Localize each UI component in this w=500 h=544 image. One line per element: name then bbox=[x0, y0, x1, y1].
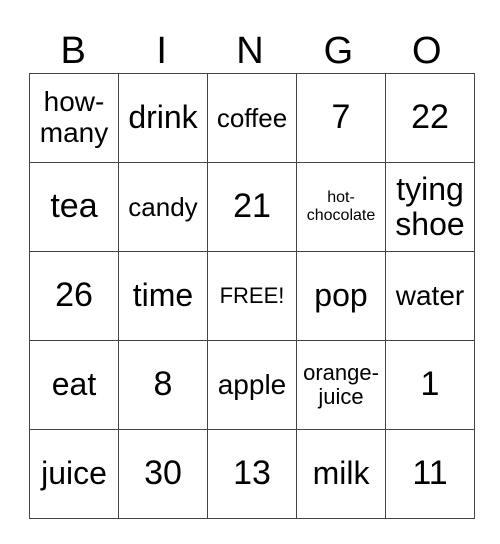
bingo-cell[interactable]: eat bbox=[29, 340, 119, 430]
grid-row: 26 time FREE! pop water bbox=[29, 251, 475, 341]
bingo-cell[interactable]: drink bbox=[118, 73, 208, 163]
bingo-cell[interactable]: pop bbox=[296, 251, 386, 341]
bingo-cell[interactable]: 21 bbox=[207, 162, 297, 252]
cell-text: juice bbox=[41, 455, 107, 492]
bingo-grid: how- many drink coffee 7 22 tea candy 21… bbox=[29, 73, 475, 519]
cell-text: how- many bbox=[39, 86, 109, 148]
cell-text: 21 bbox=[233, 187, 271, 226]
cell-text: 8 bbox=[153, 365, 173, 404]
cell-text: 30 bbox=[144, 454, 182, 493]
cell-text: tying shoe bbox=[395, 170, 465, 242]
bingo-cell[interactable]: 8 bbox=[118, 340, 208, 430]
header-letter-b: B bbox=[60, 30, 86, 72]
bingo-cell[interactable]: juice bbox=[29, 429, 119, 519]
cell-text: time bbox=[132, 277, 194, 314]
grid-row: eat 8 apple orange- juice 1 bbox=[29, 340, 475, 430]
cell-text: 1 bbox=[420, 365, 440, 404]
bingo-cell[interactable]: water bbox=[385, 251, 475, 341]
header-letter-n: N bbox=[236, 30, 264, 72]
cell-text: candy bbox=[128, 191, 198, 222]
bingo-cell[interactable]: coffee bbox=[207, 73, 297, 163]
cell-text: 26 bbox=[55, 276, 93, 315]
bingo-cell[interactable]: time bbox=[118, 251, 208, 341]
cell-text: tea bbox=[50, 187, 98, 226]
bingo-cell[interactable]: tea bbox=[29, 162, 119, 252]
bingo-header: B I N G O bbox=[29, 30, 471, 72]
cell-text: water bbox=[395, 279, 465, 311]
header-letter-i: I bbox=[156, 30, 167, 72]
bingo-cell[interactable]: hot- chocolate bbox=[296, 162, 386, 252]
bingo-cell[interactable]: tying shoe bbox=[385, 162, 475, 252]
bingo-cell[interactable]: 26 bbox=[29, 251, 119, 341]
bingo-cell[interactable]: orange- juice bbox=[296, 340, 386, 430]
grid-row: juice 30 13 milk 11 bbox=[29, 429, 475, 519]
header-letter-o: O bbox=[412, 30, 442, 72]
bingo-cell[interactable]: candy bbox=[118, 162, 208, 252]
cell-text: hot- chocolate bbox=[306, 189, 376, 224]
bingo-cell[interactable]: 11 bbox=[385, 429, 475, 519]
bingo-cell[interactable]: 30 bbox=[118, 429, 208, 519]
bingo-cell[interactable]: 7 bbox=[296, 73, 386, 163]
cell-text: apple bbox=[217, 368, 287, 400]
grid-row: tea candy 21 hot- chocolate tying shoe bbox=[29, 162, 475, 252]
cell-text: 13 bbox=[233, 454, 271, 493]
bingo-cell[interactable]: 13 bbox=[207, 429, 297, 519]
cell-text: 7 bbox=[331, 98, 351, 137]
cell-text: FREE! bbox=[219, 282, 285, 308]
cell-text: drink bbox=[128, 99, 198, 136]
cell-text: 11 bbox=[412, 454, 448, 493]
cell-text: 22 bbox=[411, 98, 449, 137]
cell-text: milk bbox=[312, 455, 370, 492]
bingo-cell[interactable]: milk bbox=[296, 429, 386, 519]
bingo-cell[interactable]: 22 bbox=[385, 73, 475, 163]
cell-text: eat bbox=[51, 366, 97, 403]
grid-row: how- many drink coffee 7 22 bbox=[29, 73, 475, 163]
cell-text: pop bbox=[314, 277, 368, 314]
header-letter-g: G bbox=[323, 30, 354, 72]
bingo-cell[interactable]: 1 bbox=[385, 340, 475, 430]
bingo-cell[interactable]: apple bbox=[207, 340, 297, 430]
cell-text: coffee bbox=[216, 102, 288, 133]
free-cell[interactable]: FREE! bbox=[207, 251, 297, 341]
bingo-cell[interactable]: how- many bbox=[29, 73, 119, 163]
cell-text: orange- juice bbox=[303, 359, 379, 409]
